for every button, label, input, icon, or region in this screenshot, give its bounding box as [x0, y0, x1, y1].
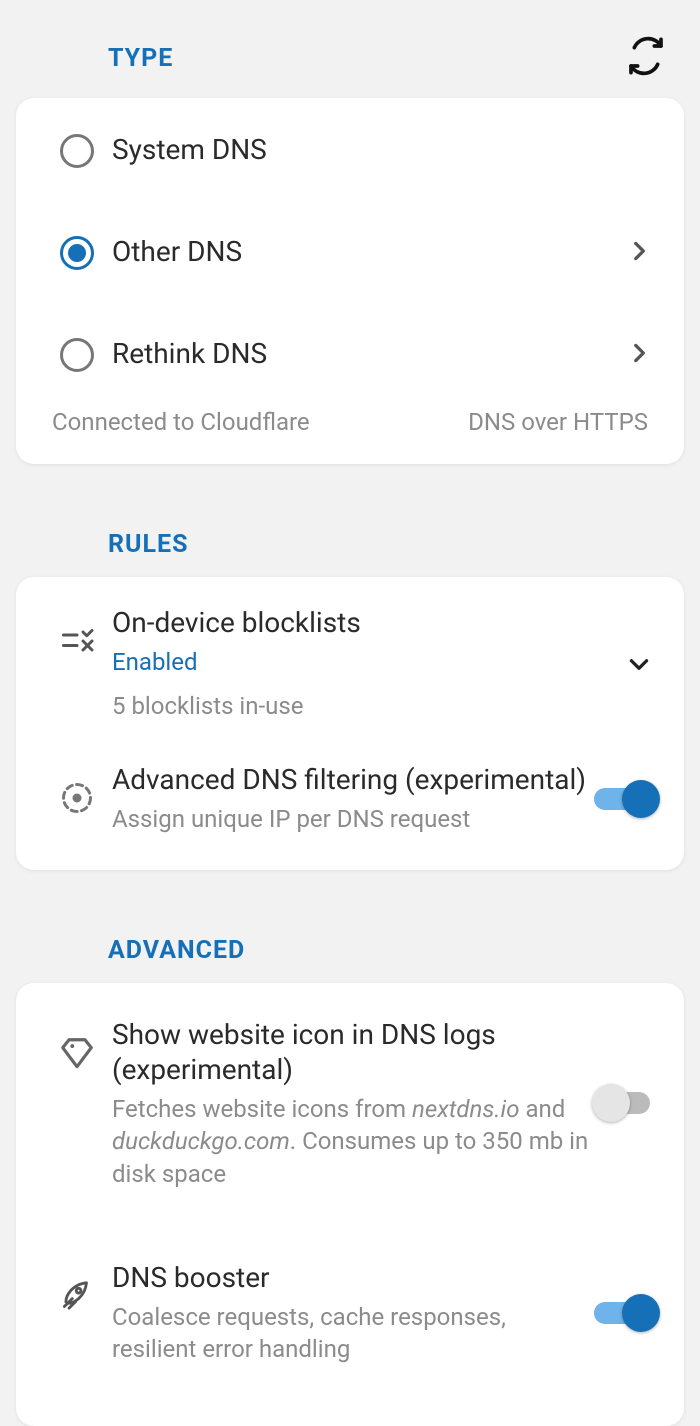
booster-toggle[interactable] [594, 1294, 658, 1332]
advanced-filtering-row[interactable]: Advanced DNS filtering (experimental) As… [16, 742, 684, 865]
favicon-title: Show website icon in DNS logs (experimen… [112, 1017, 594, 1087]
type-card: System DNS Other DNS Rethink DNS Connect… [16, 98, 684, 464]
filtering-sub: Assign unique IP per DNS request [112, 803, 594, 835]
chevron-right-icon [620, 340, 658, 366]
chevron-down-icon [620, 651, 658, 677]
chevron-right-icon [620, 238, 658, 264]
blocklists-title: On-device blocklists [112, 605, 620, 640]
blocklists-sub: 5 blocklists in-use [112, 690, 620, 722]
dns-option-rethink[interactable]: Rethink DNS [16, 302, 684, 404]
refresh-icon[interactable] [626, 36, 666, 80]
blocklists-status: Enabled [112, 648, 620, 676]
advanced-header: ADVANCED [0, 900, 700, 965]
favicon-toggle[interactable] [594, 1084, 658, 1122]
rules-title: RULES [108, 530, 188, 559]
advanced-card: Show website icon in DNS logs (experimen… [16, 983, 684, 1426]
radio-icon [60, 236, 94, 270]
dns-protocol-label: DNS over HTTPS [468, 408, 648, 436]
filtering-toggle[interactable] [594, 780, 658, 818]
booster-sub: Coalesce requests, cache responses, resi… [112, 1301, 594, 1366]
booster-title: DNS booster [112, 1260, 594, 1295]
filtering-title: Advanced DNS filtering (experimental) [112, 762, 594, 797]
rules-header: RULES [0, 494, 700, 559]
radio-icon [60, 134, 94, 168]
dns-option-label: Rethink DNS [112, 336, 620, 371]
favicon-row[interactable]: Show website icon in DNS logs (experimen… [16, 983, 684, 1210]
favicon-sub: Fetches website icons from nextdns.io an… [112, 1093, 594, 1190]
booster-row[interactable]: DNS booster Coalesce requests, cache res… [16, 1210, 684, 1386]
rocket-icon [42, 1260, 112, 1316]
dns-connected-label: Connected to Cloudflare [52, 408, 310, 436]
rules-card: On-device blocklists Enabled 5 blocklist… [16, 577, 684, 870]
type-title: TYPE [108, 44, 173, 73]
blocklists-row[interactable]: On-device blocklists Enabled 5 blocklist… [16, 577, 684, 742]
diamond-icon [42, 1017, 112, 1073]
checklist-icon [42, 605, 112, 659]
dns-option-label: Other DNS [112, 234, 620, 269]
dns-option-other[interactable]: Other DNS [16, 200, 684, 302]
advanced-title: ADVANCED [108, 936, 245, 965]
type-header: TYPE [0, 0, 700, 80]
dns-footer: Connected to Cloudflare DNS over HTTPS [16, 404, 684, 460]
radio-icon [60, 338, 94, 372]
dns-option-system[interactable]: System DNS [16, 98, 684, 200]
target-icon [42, 762, 112, 816]
dns-option-label: System DNS [112, 132, 658, 167]
